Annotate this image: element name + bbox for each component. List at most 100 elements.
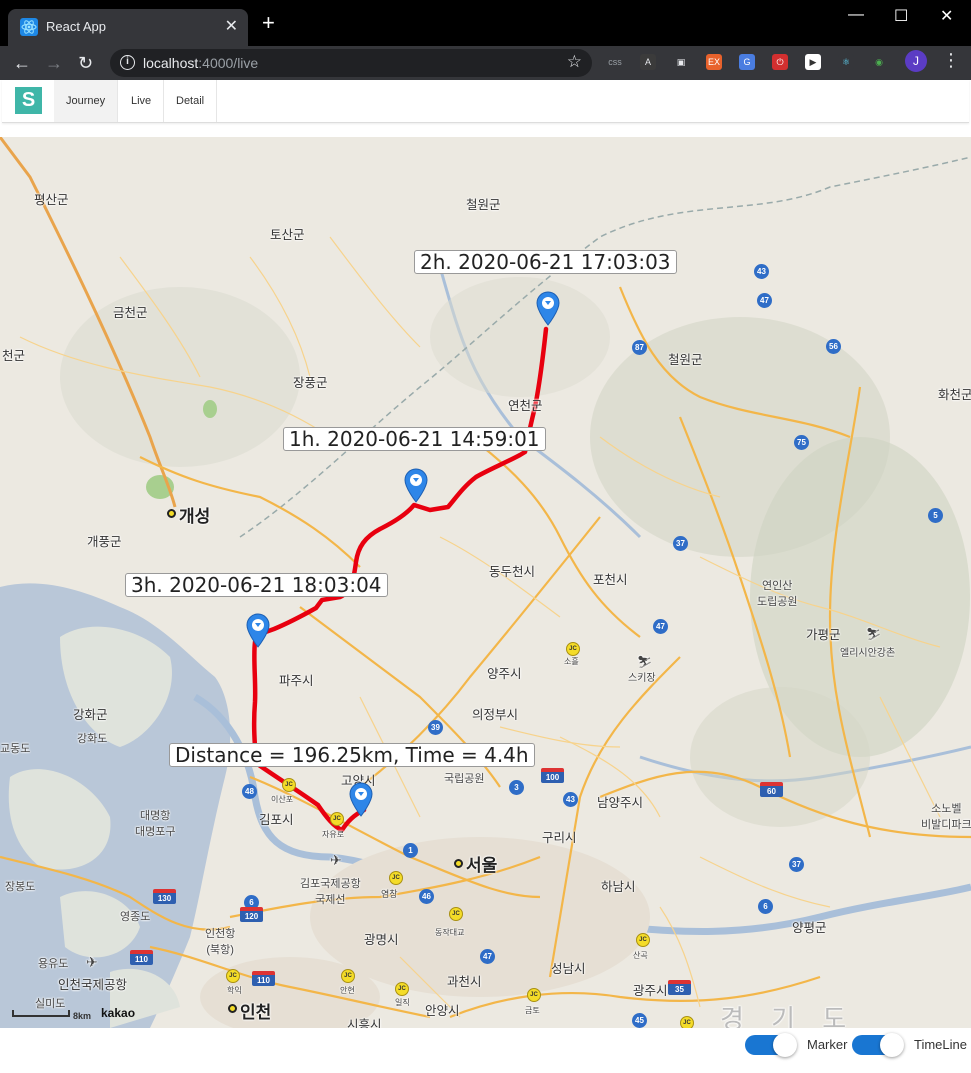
react-ext-icon[interactable]: ⚛ [838,54,854,70]
profile-avatar[interactable]: J [905,50,927,72]
route-shield: 46 [419,889,434,904]
map-pin-marker-icon[interactable] [245,612,271,648]
place-label: 남양주시 [597,796,644,810]
place-label: 시흥시 [347,1018,382,1028]
place-label: 대명항 대명포구 [135,810,176,838]
forward-arrow-icon[interactable]: → [45,51,63,75]
place-label: 국립공원 [444,773,485,785]
maximize-button[interactable]: ☐ [894,6,908,26]
junction-icon: JC [395,982,409,996]
route-shield: 37 [789,857,804,872]
place-label: 포천시 [593,573,628,587]
airport-icon: ✈ [86,954,98,970]
bookmark-star-icon[interactable]: ☆ [567,52,582,72]
route-shield: 3 [509,780,524,795]
translate-ext-icon[interactable]: G [739,54,755,70]
place-label: 개성 [179,507,211,526]
place-label: 장봉도 [5,881,36,893]
place-label: 실미도 [35,998,66,1010]
app-logo[interactable]: S [15,87,42,114]
place-label: 철원군 [466,198,501,212]
font-ext-icon[interactable]: A [640,54,656,70]
route-shield: 45 [632,1013,647,1028]
css-ext-icon[interactable]: css [607,54,623,70]
map-attribution[interactable]: kakao [101,1006,135,1020]
place-label: 인천국제공항 [58,978,128,992]
city-dot-icon [167,509,176,518]
site-info-icon[interactable]: i [120,55,135,70]
place-label: 김포시 [259,813,294,827]
new-tab-button[interactable]: + [262,12,275,34]
place-label: 토산군 [270,228,305,242]
junction-icon: JC [330,812,344,826]
close-window-button[interactable]: ✕ [940,6,953,26]
place-label: 금천군 [113,306,148,320]
junction-icon: JC [566,642,580,656]
place-label: 양평군 [792,921,827,935]
address-bar[interactable]: i localhost:4000/live ☆ [110,49,592,77]
place-label: 하남시 [601,880,636,894]
place-label: 안현 [340,986,355,995]
ex-ext-icon[interactable]: EX [706,54,722,70]
expressway-shield: 120 [240,907,263,922]
browser-titlebar: React App ✕ + — ☐ ✕ [0,0,971,46]
route-shield: 1 [403,843,418,858]
place-label: 스키장 [628,673,656,684]
back-arrow-icon[interactable]: ← [13,51,31,75]
circle-ext-icon[interactable]: ◉ [871,54,887,70]
marker-toggle[interactable] [745,1033,797,1057]
toggle-knob [880,1033,904,1057]
place-label: 이산포 [271,795,294,804]
place-label: 과천시 [447,975,482,989]
expressway-shield: 100 [541,768,564,783]
tab-journey[interactable]: Journey [54,80,119,122]
route-shield: 5 [928,508,943,523]
place-label: 자유로 [322,830,345,839]
route-summary-label: Distance = 196.25km, Time = 4.4h [169,743,535,767]
place-label: 개풍군 [87,535,122,549]
place-label: 평산군 [34,193,69,207]
play-ext-icon[interactable]: ▶ [805,54,821,70]
card-ext-icon[interactable]: ▣ [673,54,689,70]
tab-live[interactable]: Live [119,80,165,122]
place-label: 연인산 도립공원 [757,580,798,608]
route-shield: 39 [428,720,443,735]
tab-close-icon[interactable]: ✕ [225,16,238,36]
place-label: 인천항 (북항) [205,928,236,956]
place-label: 강화도 [77,733,108,745]
place-label: 성남시 [551,962,586,976]
minimize-button[interactable]: — [848,6,864,24]
place-label: 의정부시 [472,708,519,722]
power-ext-icon[interactable]: ⏻ [772,54,788,70]
route-shield: 47 [653,619,668,634]
junction-icon: JC [636,933,650,947]
map-pin-marker-icon[interactable] [348,781,374,817]
junction-icon: JC [341,969,355,983]
map-view[interactable]: 평산군 철원군 토산군 금천군 천군 장풍군 연천군 철원군 화천군 개성 개풍… [0,137,971,1028]
map-controls-footer: Marker TimeLine [0,1028,971,1073]
menu-kebab-icon[interactable]: ⋮ [942,51,960,69]
place-label: 강화군 [73,708,108,722]
timeline-toggle[interactable] [852,1033,904,1057]
place-label: 교동도 [0,743,31,755]
place-label: 소흘 [564,657,579,666]
place-label: 안양시 [425,1004,460,1018]
place-label: 경 기 도 [720,1004,857,1028]
junction-icon: JC [449,907,463,921]
browser-tab[interactable]: React App ✕ [8,9,248,46]
map-pin-marker-icon[interactable] [403,467,429,503]
ski-icon: ⛷ [866,627,882,641]
reload-icon[interactable]: ↻ [78,51,93,75]
city-dot-icon [454,859,463,868]
place-label: 학익 [227,986,242,995]
timeline-toggle-label: TimeLine [914,1037,967,1052]
route-shield: 43 [754,264,769,279]
expressway-shield: 110 [252,971,275,986]
browser-toolbar: ← → ↻ i localhost:4000/live ☆ css A ▣ EX G ⏻ ▶… [0,46,971,80]
place-label: 철원군 [668,353,703,367]
map-pin-marker-icon[interactable] [535,290,561,326]
route-shield: 56 [826,339,841,354]
junction-icon: JC [527,988,541,1002]
place-label: 화천군 [938,388,971,402]
tab-detail[interactable]: Detail [164,80,218,122]
